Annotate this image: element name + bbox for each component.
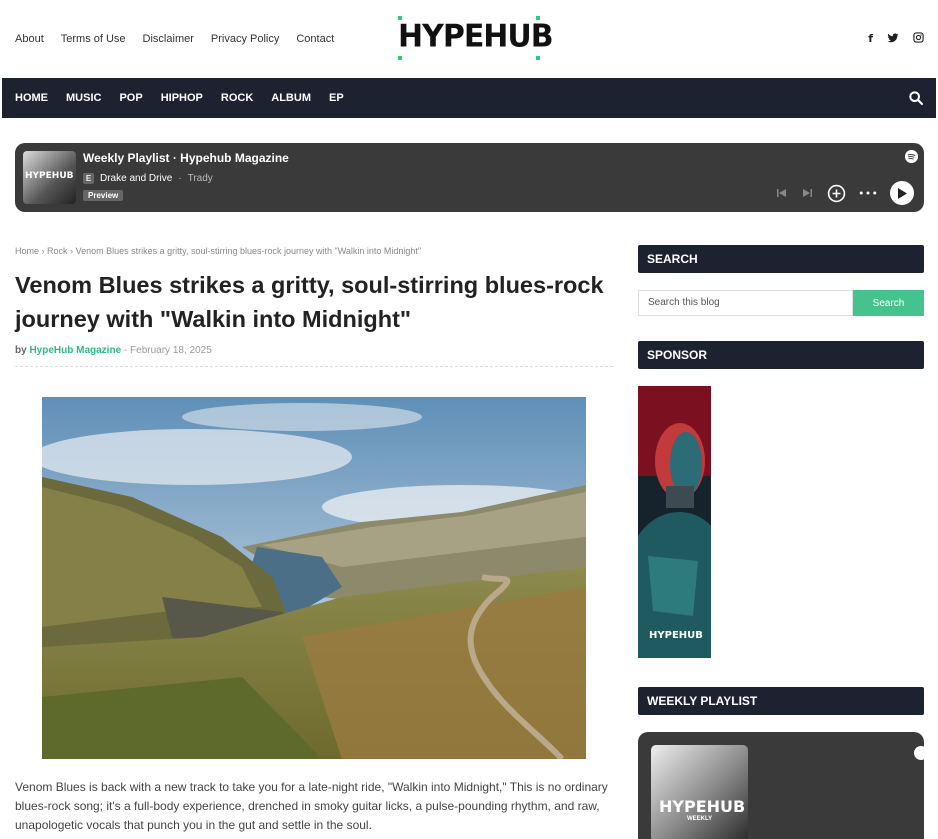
date-separator: - [123,345,128,356]
post-featured-image [42,397,586,759]
playlist-title[interactable]: Weekly Playlist · Hypehub Magazine [83,151,289,165]
nav-hiphop[interactable]: HIPHOP [161,92,203,104]
search-input[interactable]: Search this blog [638,290,853,316]
search-widget-heading: SEARCH [638,245,924,273]
chevron-right-icon: › [70,246,74,256]
spotify-icon[interactable] [914,746,924,760]
nav-pop[interactable]: POP [119,92,142,104]
nav-album[interactable]: ALBUM [271,92,311,104]
breadcrumb-home[interactable]: Home [15,246,39,256]
facebook-icon[interactable]: f [868,32,873,45]
post-body-paragraph: Venom Blues is back with a new track to … [15,780,608,832]
spotify-icon[interactable] [905,150,918,163]
sponsor-banner[interactable]: HYPEHUB [638,386,711,658]
weekly-cover-logo: HYPEHUB [659,797,746,816]
top-links: About Terms of Use Disclaimer Privacy Po… [15,33,334,45]
cover-text: HYPEHUB [25,171,74,181]
weekly-playlist-cover[interactable]: HYPEHUB WEEKLY [651,745,748,839]
track-line: E Drake and Drive · Trady [83,173,213,184]
post-date: February 18, 2025 [130,345,212,356]
title-divider [15,366,613,367]
main-navbar: HOME MUSIC POP HIPHOP ROCK ALBUM EP [2,78,936,118]
preview-badge: Preview [83,190,124,201]
logo-text: HYPEHUB [398,18,554,55]
nav-rock[interactable]: ROCK [221,92,253,104]
link-contact[interactable]: Contact [296,33,334,45]
play-icon [898,187,907,199]
link-privacy[interactable]: Privacy Policy [211,33,279,45]
weekly-playlist-embed: HYPEHUB WEEKLY [638,732,924,839]
player-controls [775,181,914,205]
play-button[interactable] [890,181,914,205]
nav-home[interactable]: HOME [15,92,48,104]
search-icon[interactable] [908,90,924,106]
weekly-playlist-heading: WEEKLY PLAYLIST [638,687,924,715]
nav-ep[interactable]: EP [329,92,344,104]
track-artist[interactable]: Trady [188,173,213,184]
breadcrumb: Home › Rock › Venom Blues strikes a grit… [15,246,421,256]
sponsor-widget-heading: SPONSOR [638,341,924,369]
site-logo[interactable]: HYPEHUB [398,16,554,60]
page: { "header": { "links": ["About","Terms o… [0,0,938,839]
link-disclaimer[interactable]: Disclaimer [143,33,194,45]
track-name[interactable]: Drake and Drive [100,173,172,184]
previous-icon[interactable] [775,187,788,199]
twitter-icon[interactable] [887,32,899,44]
sponsor-logo-text: HYPEHUB [649,630,703,641]
social-links: f [868,32,924,45]
explicit-badge: E [83,173,94,184]
link-terms[interactable]: Terms of Use [61,33,126,45]
chevron-right-icon: › [41,246,45,256]
post-title: Venom Blues strikes a gritty, soul-stirr… [15,272,604,332]
post-byline: by HypeHub Magazine - February 18, 2025 [15,345,212,356]
add-icon[interactable] [827,184,846,203]
playlist-cover[interactable]: HYPEHUB [23,151,76,204]
by-label: by [15,345,27,356]
instagram-icon[interactable] [913,32,924,43]
sponsor-portrait [638,386,711,658]
breadcrumb-current: Venom Blues strikes a gritty, soul-stirr… [75,246,422,256]
search-button[interactable]: Search [853,290,924,316]
breadcrumb-rock[interactable]: Rock [47,246,68,256]
track-separator: · [178,173,182,184]
link-about[interactable]: About [15,33,44,45]
weekly-cover-subtitle: WEEKLY [687,816,713,822]
search-widget: Search this blog Search [638,290,924,316]
more-icon[interactable] [859,190,877,196]
next-icon[interactable] [801,187,814,199]
post-author[interactable]: HypeHub Magazine [29,345,121,356]
nav-music[interactable]: MUSIC [66,92,101,104]
spotify-embed-player: HYPEHUB Weekly Playlist · Hypehub Magazi… [15,143,924,212]
